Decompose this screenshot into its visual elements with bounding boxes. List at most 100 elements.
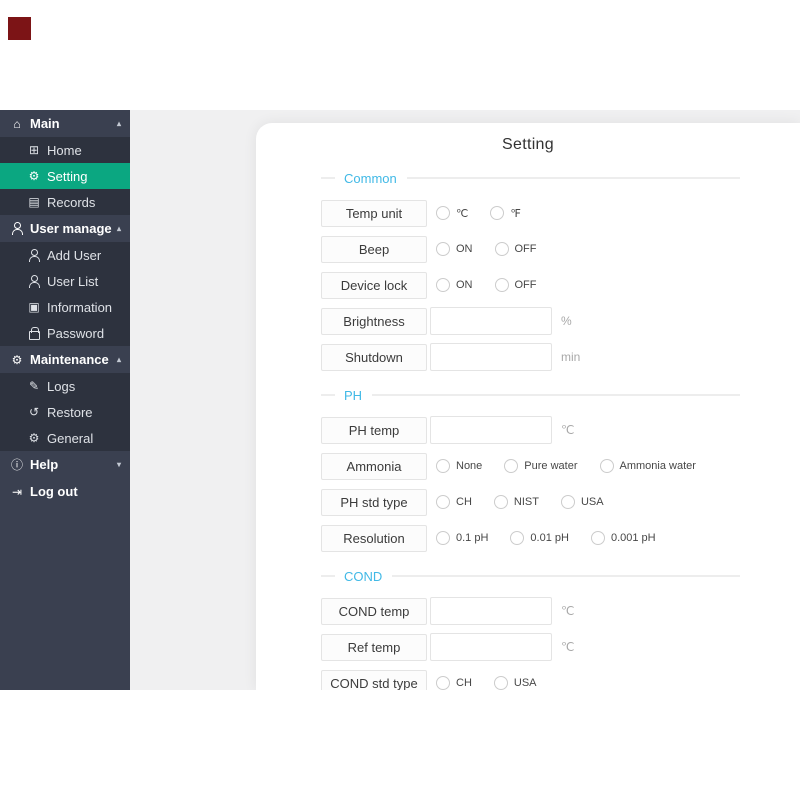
ph-std-type-option-ch[interactable]: CH — [436, 495, 472, 509]
field-label-shutdown: Shutdown — [321, 344, 427, 371]
beep-option-off[interactable]: OFF — [495, 242, 537, 256]
radio-icon[interactable] — [600, 459, 614, 473]
radio-option-label: USA — [581, 496, 604, 508]
radio-icon[interactable] — [494, 495, 508, 509]
radio-icon[interactable] — [495, 278, 509, 292]
section-divider-ph: PH — [321, 386, 740, 404]
resolution-option-0-001-ph[interactable]: 0.001 pH — [591, 531, 656, 545]
sidebar-item-label: Information — [47, 300, 112, 315]
radio-icon[interactable] — [436, 676, 450, 690]
sidebar-section-label: Help — [30, 457, 113, 472]
sidebar-section-log-out[interactable]: ⇥ Log out — [0, 478, 130, 505]
sidebar-section-help[interactable]: ⓘHelp▾ — [0, 451, 130, 478]
sidebar-section-label: User manage — [30, 221, 113, 236]
radio-icon[interactable] — [561, 495, 575, 509]
sidebar-item-logs[interactable]: ✎Logs — [0, 373, 130, 399]
sidebar-item-label: Setting — [47, 169, 87, 184]
divider-line — [392, 575, 740, 577]
device-lock-option-off[interactable]: OFF — [495, 278, 537, 292]
ph-std-type-option-nist[interactable]: NIST — [494, 495, 539, 509]
gear-advanced-icon: ⚙ — [27, 432, 41, 445]
unit-label: ℃ — [561, 640, 574, 654]
sidebar-item-label: Password — [47, 326, 104, 341]
section-title: COND — [344, 569, 382, 584]
radio-icon[interactable] — [494, 676, 508, 690]
unit-label: min — [561, 350, 580, 364]
shutdown-input[interactable] — [430, 343, 552, 371]
sidebar-submenu-user-manage: Add User User List ▣Information Password — [0, 242, 130, 346]
brightness-input[interactable] — [430, 307, 552, 335]
sidebar-section-label: Maintenance — [30, 352, 113, 367]
user-add-icon — [27, 249, 41, 262]
ammonia-option-ammonia-water[interactable]: Ammonia water — [600, 459, 696, 473]
sidebar-item-add-user[interactable]: Add User — [0, 242, 130, 268]
resolution-option-0-01-ph[interactable]: 0.01 pH — [510, 531, 569, 545]
ammonia-option-pure-water[interactable]: Pure water — [504, 459, 577, 473]
section-title: PH — [344, 388, 362, 403]
radio-icon[interactable] — [436, 278, 450, 292]
resolution-radio-group: 0.1 pH 0.01 pH 0.001 pH — [436, 531, 678, 545]
temp-unit-option-[interactable]: ℃ — [436, 206, 468, 220]
sidebar-item-general[interactable]: ⚙General — [0, 425, 130, 451]
sidebar-item-restore[interactable]: ↺ Restore — [0, 399, 130, 425]
sidebar-item-label: Restore — [47, 405, 93, 420]
radio-icon[interactable] — [436, 531, 450, 545]
sidebar-item-records[interactable]: ▤ Records — [0, 189, 130, 215]
field-label-temp-unit: Temp unit — [321, 200, 427, 227]
sidebar-section-user-manage[interactable]: User manage▴ — [0, 215, 130, 242]
field-label-device-lock: Device lock — [321, 272, 427, 299]
sidebar-item-password[interactable]: Password — [0, 320, 130, 346]
cond-temp-input[interactable] — [430, 597, 552, 625]
sidebar-item-label: Records — [47, 195, 95, 210]
radio-icon[interactable] — [504, 459, 518, 473]
beep-option-on[interactable]: ON — [436, 242, 473, 256]
sidebar-item-label: User List — [47, 274, 98, 289]
unit-label: ℃ — [561, 604, 574, 618]
ph-temp-input[interactable] — [430, 416, 552, 444]
divider-line — [407, 177, 740, 179]
lock-icon — [27, 327, 41, 340]
temp-unit-option-[interactable]: ℉ — [490, 206, 520, 220]
radio-icon[interactable] — [436, 206, 450, 220]
restore-icon: ↺ — [27, 406, 41, 419]
sidebar-section-main[interactable]: ⌂Main▴ — [0, 110, 130, 137]
radio-icon[interactable] — [495, 242, 509, 256]
home-icon: ⌂ — [10, 117, 24, 130]
sidebar-section-label: Main — [30, 116, 113, 131]
radio-option-label: 0.001 pH — [611, 532, 656, 544]
sidebar-item-user-list[interactable]: User List — [0, 268, 130, 294]
sidebar-item-setting[interactable]: ⚙Setting — [0, 163, 130, 189]
logout-icon: ⇥ — [10, 485, 24, 498]
radio-option-label: ℃ — [456, 207, 468, 220]
sidebar-item-label: Home — [47, 143, 82, 158]
content-area: Setting CommonTemp unit℃℉BeepONOFFDevice… — [130, 110, 800, 690]
cond-std-type-option-usa[interactable]: USA — [494, 676, 537, 690]
radio-icon[interactable] — [436, 242, 450, 256]
clipboard-icon: ▤ — [27, 196, 41, 209]
resolution-option-0-1-ph[interactable]: 0.1 pH — [436, 531, 488, 545]
setting-row-resolution: Resolution0.1 pH0.01 pH0.001 pH — [321, 524, 740, 552]
radio-option-label: USA — [514, 677, 537, 689]
setting-row-cond-temp: COND temp℃ — [321, 597, 740, 625]
ammonia-option-none[interactable]: None — [436, 459, 482, 473]
sidebar-section-maintenance[interactable]: ⚙Maintenance▴ — [0, 346, 130, 373]
radio-icon[interactable] — [436, 459, 450, 473]
radio-icon[interactable] — [490, 206, 504, 220]
ph-std-type-option-usa[interactable]: USA — [561, 495, 604, 509]
radio-option-label: Ammonia water — [620, 460, 696, 472]
section-divider-cond: COND — [321, 567, 740, 585]
radio-option-label: Pure water — [524, 460, 577, 472]
sidebar-item-information[interactable]: ▣Information — [0, 294, 130, 320]
sidebar-section-label: Log out — [30, 484, 121, 499]
sidebar-item-home[interactable]: ⊞Home — [0, 137, 130, 163]
cond-std-type-option-ch[interactable]: CH — [436, 676, 472, 690]
chevron-up-icon: ▴ — [117, 355, 121, 364]
ref-temp-input[interactable] — [430, 633, 552, 661]
radio-icon[interactable] — [510, 531, 524, 545]
radio-icon[interactable] — [436, 495, 450, 509]
radio-option-label: OFF — [515, 243, 537, 255]
radio-icon[interactable] — [591, 531, 605, 545]
device-lock-option-on[interactable]: ON — [436, 278, 473, 292]
radio-option-label: 0.1 pH — [456, 532, 488, 544]
setting-row-cond-std-type: COND std typeCHUSA — [321, 669, 740, 690]
